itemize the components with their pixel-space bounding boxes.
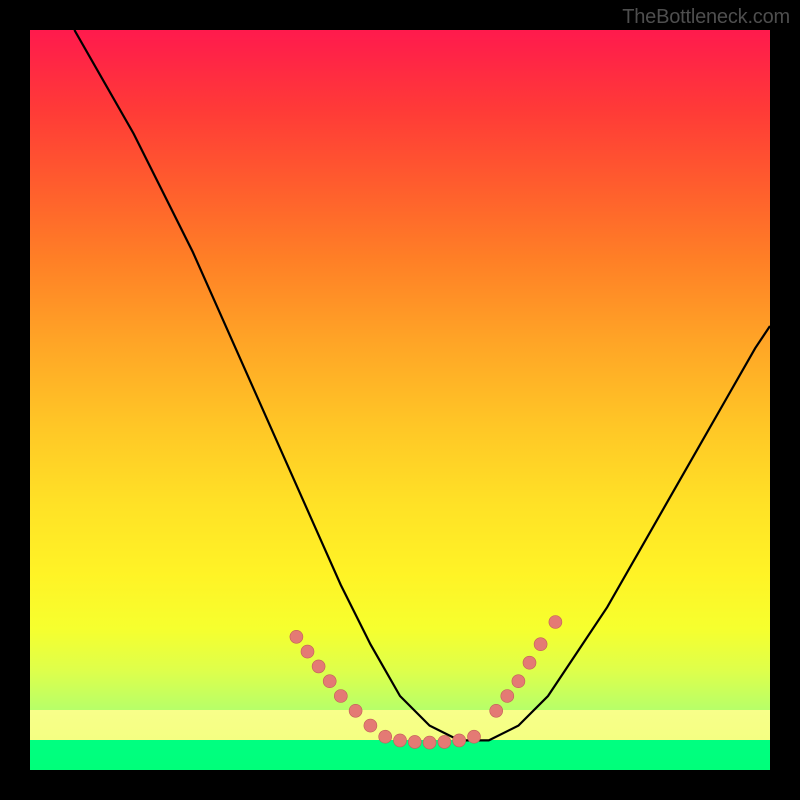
curve-dot (549, 616, 562, 629)
curve-dot-markers (290, 616, 562, 750)
curve-dot (379, 730, 392, 743)
curve-line (74, 30, 770, 740)
watermark-text: TheBottleneck.com (622, 6, 790, 29)
curve-dot (334, 690, 347, 703)
plot-area (30, 30, 770, 770)
curve-dot (512, 675, 525, 688)
curve-dot (534, 638, 547, 651)
curve-dot (490, 704, 503, 717)
curve-dot (501, 690, 514, 703)
curve-dot (301, 645, 314, 658)
curve-dot (453, 734, 466, 747)
chart-frame: TheBottleneck.com (0, 0, 800, 800)
curve-dot (290, 630, 303, 643)
curve-dot (468, 730, 481, 743)
curve-dot (323, 675, 336, 688)
curve-dot (312, 660, 325, 673)
curve-dot (523, 656, 536, 669)
bottleneck-curve (30, 30, 770, 770)
curve-dot (408, 735, 421, 748)
curve-dot (438, 735, 451, 748)
curve-dot (423, 736, 436, 749)
curve-dot (364, 719, 377, 732)
curve-dot (394, 734, 407, 747)
curve-dot (349, 704, 362, 717)
